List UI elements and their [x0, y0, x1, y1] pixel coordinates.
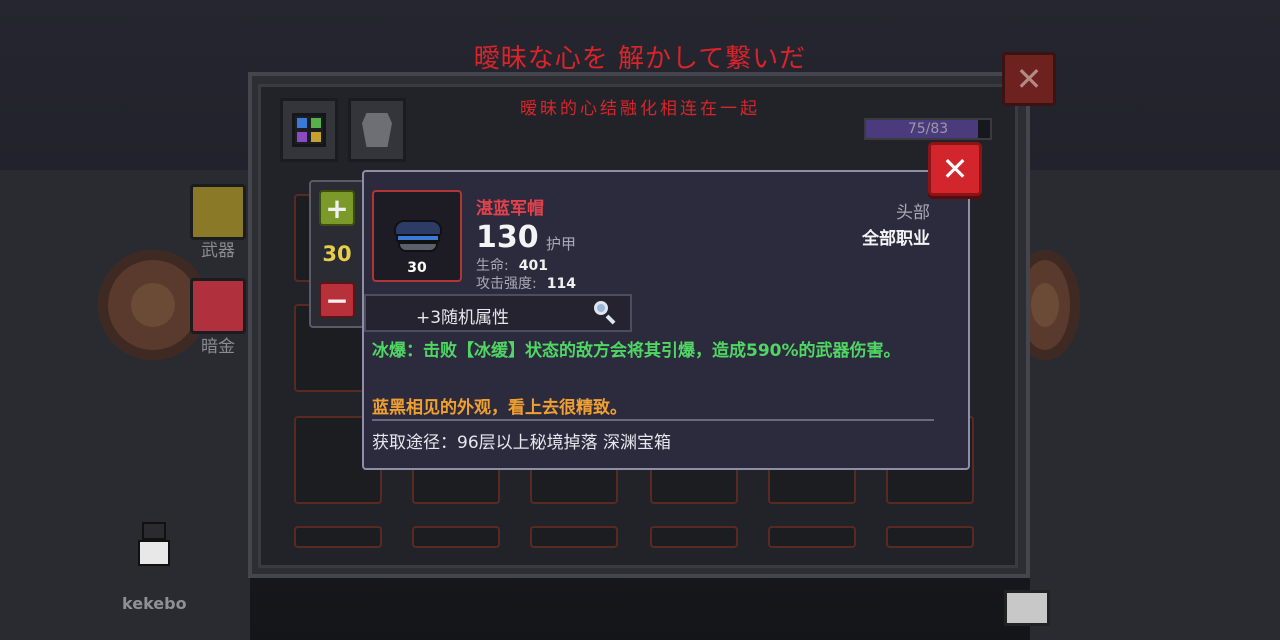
inventory-slot[interactable] — [650, 526, 738, 548]
cap-brim — [398, 242, 438, 252]
inventory-slot[interactable] — [886, 526, 974, 548]
armor-value: 130 — [476, 220, 539, 255]
quantity-minus-button[interactable]: − — [319, 282, 355, 318]
stat-row-attack: 攻击强度: 114 — [476, 273, 576, 293]
overlay-title-jp: 曖昧な心を 解かして繋いだ — [473, 44, 807, 74]
item-level: 30 — [407, 260, 427, 276]
category-weapon-button[interactable] — [190, 184, 246, 240]
inventory-slot[interactable] — [530, 526, 618, 548]
castle-wall-right — [1030, 170, 1280, 640]
stat-value: 114 — [546, 276, 576, 292]
tooltip-divider — [372, 419, 934, 421]
inventory-capacity-bar: 75/83 — [864, 118, 992, 140]
overlay-title-cn: 暧昧的心结融化相连在一起 — [520, 99, 760, 119]
inventory-slot[interactable] — [768, 526, 856, 548]
close-tooltip-button[interactable]: ✕ — [928, 142, 982, 196]
category-dark-gold-button[interactable] — [190, 278, 246, 334]
stat-row-hp: 生命: 401 — [476, 255, 548, 275]
job-requirement: 全部职业 — [862, 229, 930, 249]
random-attributes-button[interactable]: +3随机属性 — [364, 294, 632, 332]
item-source-text: 获取途径：96层以上秘境掉落 深渊宝箱 — [372, 433, 672, 453]
quantity-plus-button[interactable]: + — [319, 190, 355, 226]
quantity-stepper: + 30 − — [309, 180, 365, 328]
cap-band — [396, 234, 440, 242]
armor-label: 护甲 — [546, 235, 577, 253]
item-flavor-text: 蓝黑相见的外观，看上去很精致。 — [372, 398, 627, 418]
inventory-slot[interactable] — [412, 526, 500, 548]
equip-slot: 头部 — [896, 203, 930, 223]
capacity-text: 75/83 — [907, 121, 949, 137]
random-attributes-label: +3随机属性 — [416, 308, 510, 328]
chest-icon — [1004, 590, 1050, 626]
stat-label: 生命: — [476, 258, 509, 274]
item-name: 湛蓝军帽 — [476, 199, 544, 219]
npc-name-label: kekebo — [122, 594, 187, 613]
quantity-value: 30 — [322, 242, 352, 266]
item-effect-text: 冰爆：击败【冰缓】状态的敌方会将其引爆，造成590%的武器伤害。 — [372, 341, 901, 361]
magnifier-icon — [594, 301, 618, 325]
stat-value: 401 — [518, 258, 548, 274]
category-dark-gold-label: 暗金 — [201, 337, 235, 357]
item-icon-frame: 30 — [372, 190, 462, 282]
inventory-slot[interactable] — [294, 526, 382, 548]
npc-character — [130, 522, 180, 584]
category-weapon-label: 武器 — [201, 241, 235, 261]
stat-label: 攻击强度: — [476, 276, 537, 292]
